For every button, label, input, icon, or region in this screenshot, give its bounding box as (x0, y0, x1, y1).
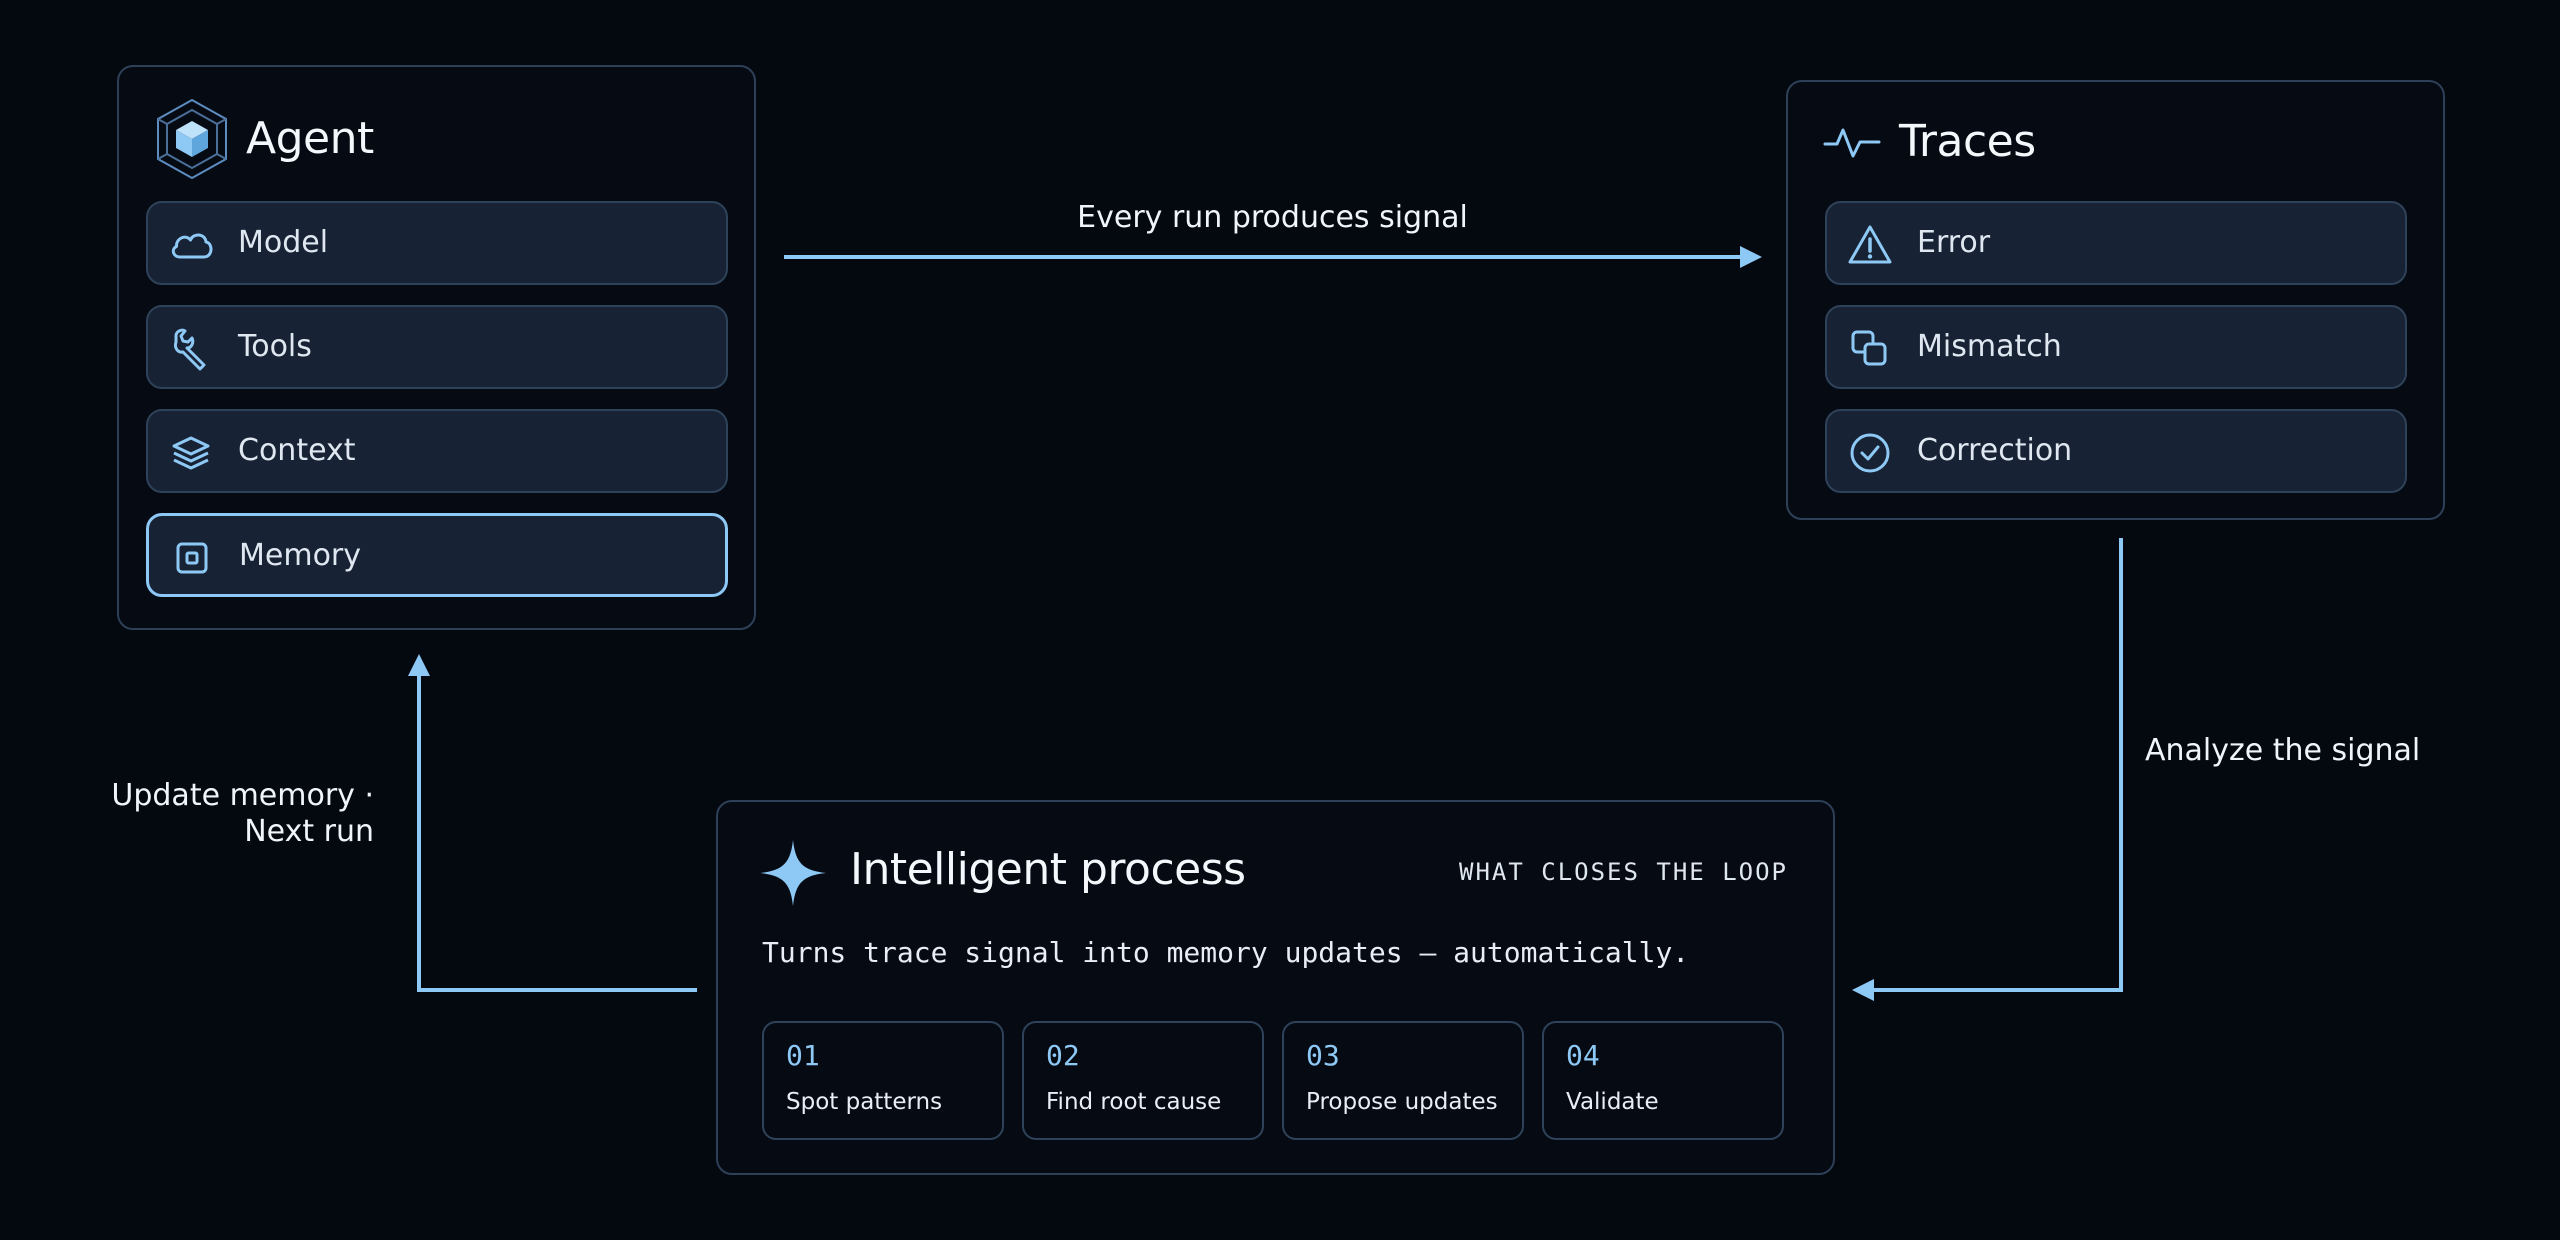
step-number: 04 (1566, 1039, 1600, 1072)
agent-item-tools[interactable]: Tools (146, 305, 728, 389)
pulse-icon (1823, 128, 1881, 158)
process-title: Intelligent process (850, 844, 1246, 895)
step-label: Validate (1566, 1089, 1659, 1115)
traces-item-correction[interactable]: Correction (1825, 409, 2407, 493)
traces-item-label: Mismatch (1917, 329, 2062, 364)
arrow-traces-to-process-head (1852, 979, 1874, 1001)
edge-label-process-to-agent: Update memory · Next run (40, 778, 374, 850)
wrench-icon (174, 328, 206, 371)
step-label: Find root cause (1046, 1089, 1222, 1115)
edge-label-traces-to-process: Analyze the signal (2145, 733, 2421, 768)
arrow-traces-to-process-line (1870, 538, 2123, 992)
arrow-process-to-agent-head (408, 654, 430, 676)
process-description: Turns trace signal into memory updates —… (762, 936, 1690, 969)
step-label: Spot patterns (786, 1089, 943, 1115)
agent-item-context[interactable]: Context (146, 409, 728, 493)
process-step: 04 Validate (1542, 1021, 1784, 1140)
agent-item-label: Context (238, 433, 356, 468)
agent-item-label: Model (238, 225, 329, 260)
step-number: 01 (786, 1039, 820, 1072)
cube-icon (157, 98, 227, 180)
traces-item-label: Error (1917, 225, 1991, 260)
check-circle-icon (1850, 433, 1890, 473)
agent-item-model[interactable]: Model (146, 201, 728, 285)
traces-item-mismatch[interactable]: Mismatch (1825, 305, 2407, 389)
traces-card: Traces Error Mismatch Correction (1786, 80, 2445, 520)
copy-icon (1851, 330, 1887, 366)
arrow-agent-to-traces-head (1740, 246, 1762, 268)
layers-icon (172, 436, 210, 470)
step-label: Propose updates (1306, 1089, 1498, 1115)
agent-item-memory[interactable]: Memory (146, 513, 728, 597)
warning-icon (1848, 225, 1892, 264)
traces-item-label: Correction (1917, 433, 2073, 468)
process-tag: WHAT CLOSES THE LOOP (1459, 858, 1788, 886)
traces-title: Traces (1899, 116, 2036, 167)
agent-item-label: Memory (239, 538, 362, 573)
arrow-process-to-agent-line (417, 670, 697, 992)
traces-item-error[interactable]: Error (1825, 201, 2407, 285)
step-number: 02 (1046, 1039, 1080, 1072)
cloud-icon (171, 233, 213, 259)
agent-title: Agent (246, 113, 374, 164)
edge-label-process-to-agent-line1: Update memory · (111, 778, 374, 813)
process-step: 02 Find root cause (1022, 1021, 1264, 1140)
process-step: 03 Propose updates (1282, 1021, 1524, 1140)
agent-item-label: Tools (238, 329, 312, 364)
chip-icon (176, 542, 208, 574)
step-number: 03 (1306, 1039, 1340, 1072)
sparkle-icon (760, 840, 826, 906)
agent-card: Agent Model Tools Context Memory (117, 65, 756, 630)
edge-label-process-to-agent-line2: Next run (244, 814, 374, 849)
process-step: 01 Spot patterns (762, 1021, 1004, 1140)
